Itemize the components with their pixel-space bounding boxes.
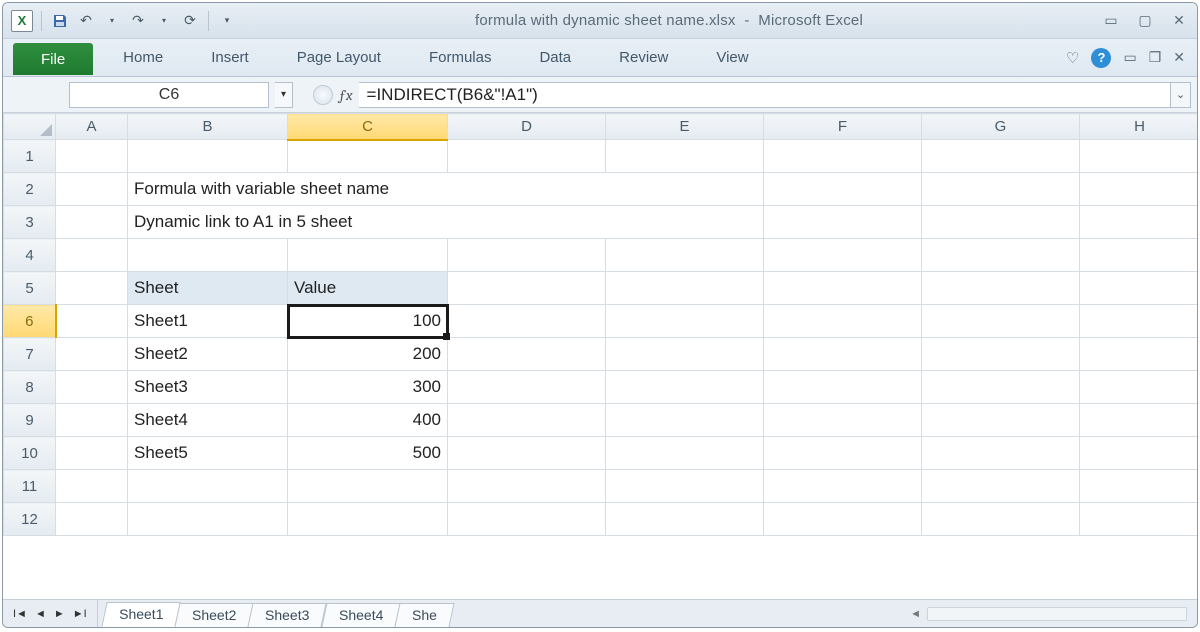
sheet-title: Formula with variable sheet name <box>128 173 764 206</box>
name-box-dropdown-icon[interactable]: ▾ <box>275 82 293 108</box>
cell-b8[interactable]: Sheet3 <box>128 371 288 404</box>
col-header-h[interactable]: H <box>1080 114 1198 140</box>
sheet-nav-first-icon[interactable]: I◄ <box>11 608 29 620</box>
formula-bar: C6 ▾ ƒx =INDIRECT(B6&"!A1") ⌄ <box>3 77 1197 113</box>
row-header-4[interactable]: 4 <box>4 239 56 272</box>
row-header-7[interactable]: 7 <box>4 338 56 371</box>
row-header-12[interactable]: 12 <box>4 503 56 536</box>
ribbon-tabs: File Home Insert Page Layout Formulas Da… <box>3 39 1197 77</box>
sheet-tab-3[interactable]: Sheet3 <box>248 603 327 627</box>
ribbon-options-icon[interactable]: ♡ <box>1066 49 1079 67</box>
cell-b6[interactable]: Sheet1 <box>128 305 288 338</box>
file-tab[interactable]: File <box>13 43 93 75</box>
tab-review[interactable]: Review <box>595 39 692 76</box>
cell-c7[interactable]: 200 <box>288 338 448 371</box>
row-header-10[interactable]: 10 <box>4 437 56 470</box>
redo-icon[interactable]: ↷ <box>128 11 148 31</box>
workbook-minimize-icon[interactable]: ▭ <box>1123 49 1136 66</box>
cell-c10[interactable]: 500 <box>288 437 448 470</box>
col-header-g[interactable]: G <box>922 114 1080 140</box>
row-header-1[interactable]: 1 <box>4 140 56 173</box>
sheet-tab-2[interactable]: Sheet2 <box>175 603 254 627</box>
sheet-nav-prev-icon[interactable]: ◄ <box>33 608 48 620</box>
sheet-nav-next-icon[interactable]: ► <box>52 608 67 620</box>
row-header-9[interactable]: 9 <box>4 404 56 437</box>
table-header-value[interactable]: Value <box>288 272 448 305</box>
name-box[interactable]: C6 <box>69 82 269 108</box>
row-header-11[interactable]: 11 <box>4 470 56 503</box>
worksheet-area: A B C D E F G H 1 2 Formula w <box>3 113 1197 599</box>
save-icon[interactable] <box>50 11 70 31</box>
sheet-tab-1[interactable]: Sheet1 <box>101 602 181 627</box>
sheet-nav-last-icon[interactable]: ►I <box>71 608 89 620</box>
row-header-8[interactable]: 8 <box>4 371 56 404</box>
app-window: X ↶ ▾ ↷ ▾ ⟳ ▾ formula with dynamic sheet… <box>2 2 1198 628</box>
row-header-5[interactable]: 5 <box>4 272 56 305</box>
horizontal-scrollbar[interactable] <box>927 607 1187 621</box>
select-all-corner[interactable] <box>4 114 56 140</box>
col-header-d[interactable]: D <box>448 114 606 140</box>
sheet-tabs: Sheet1 Sheet2 Sheet3 Sheet4 She <box>98 600 451 627</box>
cell-b10[interactable]: Sheet5 <box>128 437 288 470</box>
undo-dropdown-icon[interactable]: ▾ <box>102 11 122 31</box>
cell-c8[interactable]: 300 <box>288 371 448 404</box>
excel-logo-icon[interactable]: X <box>11 10 33 32</box>
cell-b9[interactable]: Sheet4 <box>128 404 288 437</box>
col-header-e[interactable]: E <box>606 114 764 140</box>
redo-dropdown-icon[interactable]: ▾ <box>154 11 174 31</box>
tab-formulas[interactable]: Formulas <box>405 39 516 76</box>
customize-qat-icon[interactable]: ▾ <box>217 11 237 31</box>
sheet-tab-5[interactable]: She <box>395 603 455 627</box>
window-controls: ▭ ▢ ✕ <box>1101 11 1189 31</box>
sheet-tab-strip: I◄ ◄ ► ►I Sheet1 Sheet2 Sheet3 Sheet4 Sh… <box>3 599 1197 627</box>
title-bar: X ↶ ▾ ↷ ▾ ⟳ ▾ formula with dynamic sheet… <box>3 3 1197 39</box>
sheet-tab-4[interactable]: Sheet4 <box>321 603 400 627</box>
worksheet-grid[interactable]: A B C D E F G H 1 2 Formula w <box>3 113 1197 536</box>
sheet-subtitle: Dynamic link to A1 in 5 sheet <box>128 206 764 239</box>
help-icon[interactable]: ? <box>1091 48 1111 68</box>
tab-home[interactable]: Home <box>99 39 187 76</box>
tab-page-layout[interactable]: Page Layout <box>273 39 405 76</box>
row-header-3[interactable]: 3 <box>4 206 56 239</box>
tab-data[interactable]: Data <box>515 39 595 76</box>
col-header-f[interactable]: F <box>764 114 922 140</box>
tab-insert[interactable]: Insert <box>187 39 273 76</box>
workbook-restore-icon[interactable]: ❐ <box>1149 49 1162 66</box>
workbook-close-icon[interactable]: ✕ <box>1173 49 1185 66</box>
maximize-icon[interactable]: ▢ <box>1135 11 1155 31</box>
hscroll-left-icon[interactable]: ◄ <box>910 608 921 620</box>
cancel-formula-icon[interactable] <box>313 85 333 105</box>
quick-access-toolbar: X ↶ ▾ ↷ ▾ ⟳ ▾ <box>11 10 237 32</box>
col-header-c[interactable]: C <box>288 114 448 140</box>
row-header-2[interactable]: 2 <box>4 173 56 206</box>
row-header-6[interactable]: 6 <box>4 305 56 338</box>
refresh-icon[interactable]: ⟳ <box>180 11 200 31</box>
col-header-a[interactable]: A <box>56 114 128 140</box>
formula-input[interactable]: =INDIRECT(B6&"!A1") <box>359 82 1171 108</box>
window-title: formula with dynamic sheet name.xlsx - M… <box>243 12 1095 29</box>
fx-icon[interactable]: ƒx <box>333 86 359 104</box>
close-icon[interactable]: ✕ <box>1169 11 1189 31</box>
table-header-sheet[interactable]: Sheet <box>128 272 288 305</box>
cell-b7[interactable]: Sheet2 <box>128 338 288 371</box>
col-header-b[interactable]: B <box>128 114 288 140</box>
cell-c6[interactable]: 100 <box>288 305 448 338</box>
expand-formula-bar-icon[interactable]: ⌄ <box>1171 82 1191 108</box>
undo-icon[interactable]: ↶ <box>76 11 96 31</box>
tab-view[interactable]: View <box>692 39 772 76</box>
cell-c9[interactable]: 400 <box>288 404 448 437</box>
minimize-icon[interactable]: ▭ <box>1101 11 1121 31</box>
sheet-nav: I◄ ◄ ► ►I <box>3 600 98 627</box>
